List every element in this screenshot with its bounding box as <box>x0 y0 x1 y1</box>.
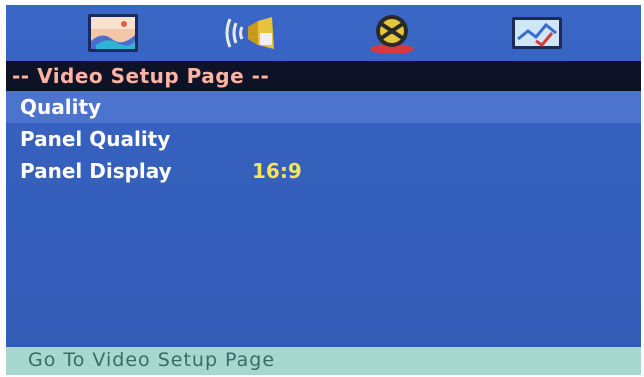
setup-tab-bar <box>6 5 641 61</box>
audio-setup-icon[interactable] <box>222 11 282 55</box>
menu-item-panel-quality[interactable]: Panel Quality <box>20 127 170 151</box>
menu-item-panel-display[interactable]: Panel Display <box>20 159 172 183</box>
selected-row-highlight <box>6 91 641 123</box>
menu-item-quality[interactable]: Quality <box>20 95 101 119</box>
status-bar: Go To Video Setup Page <box>6 347 641 375</box>
osd-screen: -- Video Setup Page -- Quality Panel Qua… <box>6 5 641 375</box>
status-message: Go To Video Setup Page <box>28 349 276 371</box>
preference-setup-icon[interactable] <box>506 11 566 55</box>
page-header-bar: -- Video Setup Page -- <box>6 61 641 91</box>
misc-setup-icon[interactable] <box>362 11 422 55</box>
panel-display-value: 16:9 <box>252 159 302 183</box>
page-title: -- Video Setup Page -- <box>12 64 270 88</box>
video-setup-icon[interactable] <box>82 11 142 55</box>
